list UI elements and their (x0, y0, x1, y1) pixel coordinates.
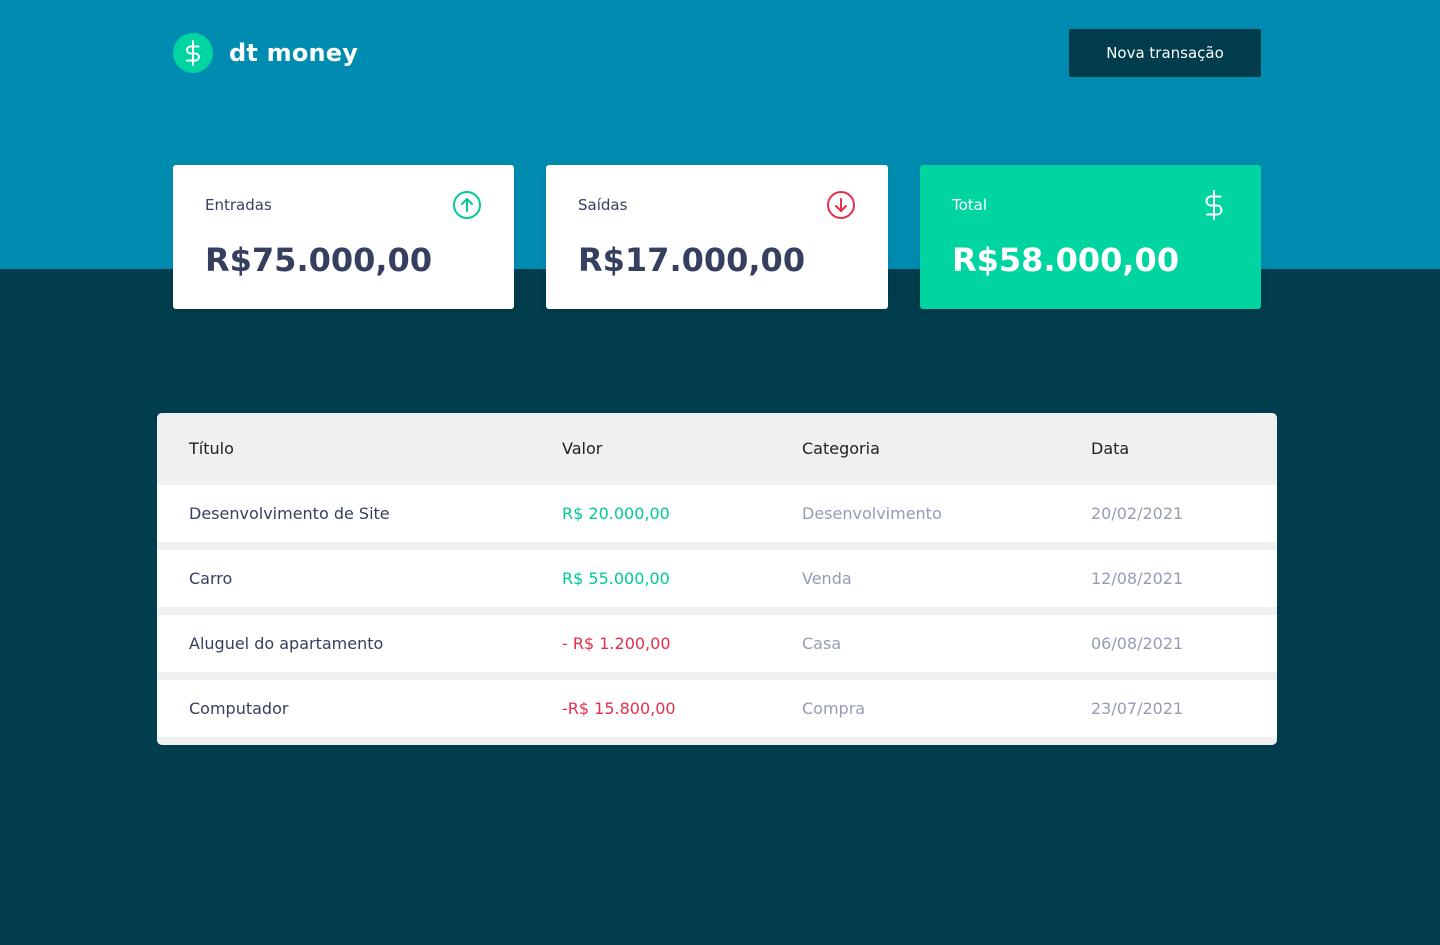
income-value: R$75.000,00 (205, 241, 433, 279)
column-amount-header: Valor (562, 439, 603, 458)
app-header: dt money Nova transação (0, 0, 1440, 110)
total-label: Total (952, 196, 988, 214)
dollar-icon (1205, 190, 1223, 220)
row-title: Desenvolvimento de Site (189, 504, 390, 523)
arrow-down-circle-icon (827, 191, 855, 219)
row-category: Venda (802, 569, 852, 588)
row-category: Casa (802, 634, 842, 653)
table-row[interactable]: Aluguel do apartamento - R$ 1.200,00 Cas… (157, 615, 1277, 672)
outcome-label: Saídas (578, 196, 628, 214)
table-row[interactable]: Desenvolvimento de Site R$ 20.000,00 Des… (157, 485, 1277, 542)
transactions-table: Título Valor Categoria Data Desenvolvime… (157, 413, 1277, 745)
table-row[interactable]: Computador -R$ 15.800,00 Compra 23/07/20… (157, 680, 1277, 737)
row-amount: R$ 55.000,00 (562, 569, 670, 588)
row-amount: - R$ 1.200,00 (562, 634, 671, 653)
row-amount: -R$ 15.800,00 (562, 699, 676, 718)
new-transaction-button[interactable]: Nova transação (1069, 29, 1261, 77)
table-row[interactable]: Carro R$ 55.000,00 Venda 12/08/2021 (157, 550, 1277, 607)
row-date: 23/07/2021 (1091, 699, 1184, 718)
row-amount: R$ 20.000,00 (562, 504, 670, 523)
row-title: Computador (189, 699, 289, 718)
total-value: R$58.000,00 (952, 241, 1180, 279)
total-card: Total R$58.000,00 (920, 165, 1261, 309)
logo: dt money (173, 33, 358, 73)
arrow-up-circle-icon (453, 191, 481, 219)
column-title-header: Título (189, 439, 234, 458)
row-date: 06/08/2021 (1091, 634, 1184, 653)
row-date: 12/08/2021 (1091, 569, 1184, 588)
column-category-header: Categoria (802, 439, 880, 458)
table-header: Título Valor Categoria Data (157, 413, 1277, 485)
column-date-header: Data (1091, 439, 1130, 458)
outcome-value: R$17.000,00 (578, 241, 806, 279)
row-title: Aluguel do apartamento (189, 634, 384, 653)
row-category: Desenvolvimento (802, 504, 942, 523)
outcome-card: Saídas R$17.000,00 (546, 165, 888, 309)
row-date: 20/02/2021 (1091, 504, 1184, 523)
dollar-logo-icon (173, 33, 213, 73)
income-label: Entradas (205, 196, 272, 214)
income-card: Entradas R$75.000,00 (173, 165, 514, 309)
row-category: Compra (802, 699, 866, 718)
row-title: Carro (189, 569, 233, 588)
app-name: dt money (229, 39, 359, 67)
